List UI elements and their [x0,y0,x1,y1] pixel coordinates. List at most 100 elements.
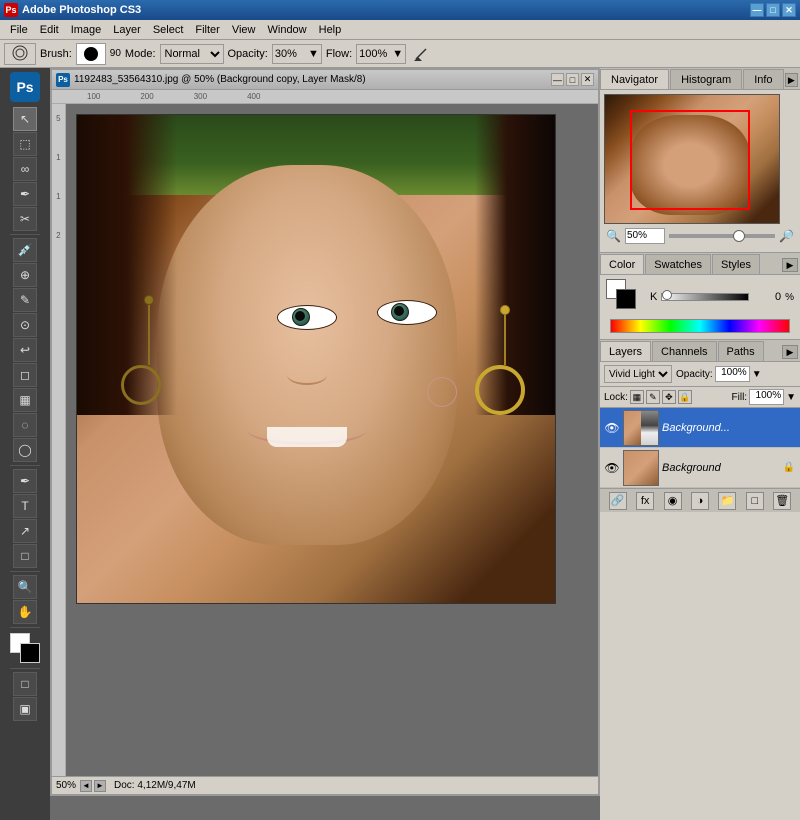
lock-all-btn[interactable]: 🔒 [678,390,692,404]
clone-stamp-tool[interactable]: ⊙ [13,313,37,337]
minimize-button[interactable]: — [750,3,764,17]
tab-info[interactable]: Info [743,69,783,89]
tab-histogram[interactable]: Histogram [670,69,742,89]
scroll-right[interactable]: ► [94,780,106,792]
menu-window[interactable]: Window [262,23,313,37]
menu-view[interactable]: View [226,23,262,37]
quick-select-tool[interactable]: ✒ [13,182,37,206]
new-layer-btn[interactable]: □ [746,492,764,510]
brush-tool-btn[interactable] [4,43,36,65]
tool-separator-1 [10,234,40,235]
pen-tool[interactable]: ✒ [13,469,37,493]
zoom-slider[interactable] [669,234,775,238]
doc-maximize[interactable]: □ [566,73,579,86]
k-slider-thumb[interactable] [662,290,672,300]
history-brush-tool[interactable]: ↩ [13,338,37,362]
document-title: 1192483_53564310.jpg @ 50% (Background c… [74,74,551,85]
add-mask-btn[interactable]: ◉ [664,492,682,510]
menu-filter[interactable]: Filter [189,23,225,37]
brush-preview[interactable] [76,43,106,65]
quick-mask-btn[interactable]: □ [13,672,37,696]
marquee-tool[interactable]: ⬚ [13,132,37,156]
navigator-menu-btn[interactable]: ▶ [785,73,798,87]
screen-mode-btn[interactable]: ▣ [13,697,37,721]
background-swatch[interactable] [616,289,636,309]
zoom-thumb[interactable] [733,230,745,242]
type-tool[interactable]: T [13,494,37,518]
scroll-left[interactable]: ◄ [80,780,92,792]
blur-tool[interactable]: ◌ [13,413,37,437]
gradient-tool[interactable]: ▦ [13,388,37,412]
shape-tool[interactable]: □ [13,544,37,568]
layers-bottom-bar: 🔗 fx ◉ ◑ 📁 □ 🗑 [600,488,800,512]
delete-layer-btn[interactable]: 🗑 [773,492,791,510]
brush-tool[interactable]: ✎ [13,288,37,312]
lock-image-btn[interactable]: ✎ [646,390,660,404]
k-slider[interactable] [661,293,749,301]
nose [287,365,327,385]
tab-styles[interactable]: Styles [712,254,760,274]
tab-layers[interactable]: Layers [600,341,651,361]
layer-row-background[interactable]: 👁 Background 🔒 [600,448,800,488]
menu-file[interactable]: File [4,23,34,37]
eraser-tool[interactable]: ◻ [13,363,37,387]
menu-select[interactable]: Select [147,23,190,37]
eyedropper-tool[interactable]: 💉 [13,238,37,262]
menu-help[interactable]: Help [313,23,348,37]
tab-paths[interactable]: Paths [718,341,764,361]
mode-select[interactable]: Normal Dissolve Multiply [160,44,224,64]
layers-menu-btn[interactable]: ▶ [782,345,798,359]
navigator-thumbnail [604,94,780,224]
tab-color[interactable]: Color [600,254,644,274]
layer-visibility-2[interactable]: 👁 [604,460,620,476]
menu-layer[interactable]: Layer [107,23,147,37]
close-button[interactable]: ✕ [782,3,796,17]
fill-input[interactable]: 100% [749,389,784,405]
airbrush-button[interactable] [410,43,432,65]
layer-mask-thumb [641,411,658,446]
doc-minimize[interactable]: — [551,73,564,86]
doc-close[interactable]: ✕ [581,73,594,86]
layer-photo-thumb [624,411,641,446]
dodge-tool[interactable]: ◯ [13,438,37,462]
new-fill-btn[interactable]: ◑ [691,492,709,510]
color-menu-btn[interactable]: ▶ [782,258,798,272]
blend-mode-select[interactable]: Vivid Light Normal Multiply [604,365,672,383]
fill-arrow[interactable]: ▼ [786,392,796,403]
move-tool[interactable]: ↖ [13,107,37,131]
maximize-button[interactable]: □ [766,3,780,17]
zoom-level: 50% [56,780,76,791]
link-layers-btn[interactable]: 🔗 [609,492,627,510]
path-select-tool[interactable]: ↗ [13,519,37,543]
tab-navigator[interactable]: Navigator [600,69,669,89]
background-color[interactable] [20,643,40,663]
menu-edit[interactable]: Edit [34,23,65,37]
layer-row-background-copy[interactable]: 👁 Background... [600,408,800,448]
flow-value[interactable]: 100%▼ [356,44,406,64]
canvas-container[interactable] [66,104,598,736]
swatch-area [606,279,646,315]
opacity-input[interactable]: 100% [715,366,750,382]
lasso-tool[interactable]: ∞ [13,157,37,181]
lock-position-btn[interactable]: ✥ [662,390,676,404]
tab-swatches[interactable]: Swatches [645,254,711,274]
navigator-viewport-rect [630,110,750,210]
layers-lock-bar: Lock: ▦ ✎ ✥ 🔒 Fill: 100% ▼ [600,387,800,408]
add-style-btn[interactable]: fx [636,492,654,510]
zoom-in-icon[interactable]: 🔎 [779,229,794,243]
face-area [157,165,457,545]
opacity-arrow[interactable]: ▼ [752,369,762,380]
lock-transparent-btn[interactable]: ▦ [630,390,644,404]
menu-image[interactable]: Image [65,23,108,37]
crop-tool[interactable]: ✂ [13,207,37,231]
new-group-btn[interactable]: 📁 [718,492,736,510]
zoom-tool[interactable]: 🔍 [13,575,37,599]
layer-visibility-1[interactable]: 👁 [604,420,620,436]
zoom-out-icon[interactable]: 🔍 [606,229,621,243]
tab-channels[interactable]: Channels [652,341,716,361]
opacity-value[interactable]: 30%▼ [272,44,322,64]
lock-label: Lock: [604,392,628,403]
hand-tool[interactable]: ✋ [13,600,37,624]
zoom-input[interactable]: 50% [625,228,665,244]
spot-heal-tool[interactable]: ⊕ [13,263,37,287]
